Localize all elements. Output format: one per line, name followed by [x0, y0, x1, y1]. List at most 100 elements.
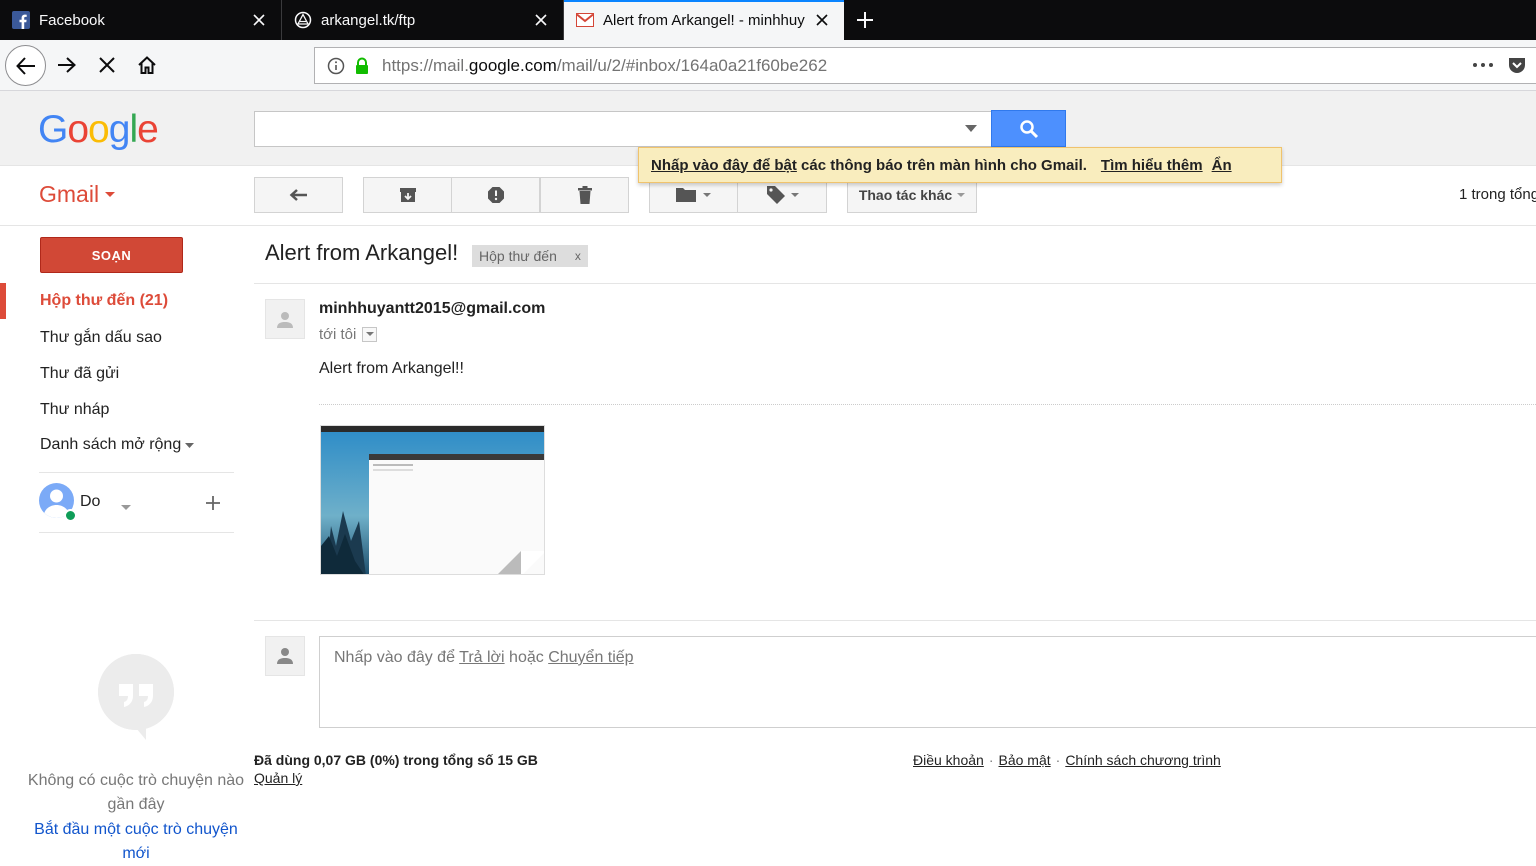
- status-dropdown[interactable]: [121, 498, 131, 516]
- sidebar-divider: [39, 532, 234, 533]
- reply-prefix: Nhấp vào đây để: [334, 649, 460, 666]
- sender-email[interactable]: minhhuyantt2015@gmail.com: [319, 300, 545, 318]
- person-icon: [277, 648, 293, 664]
- compose-button[interactable]: SOẠN: [40, 237, 183, 273]
- lock-icon[interactable]: [354, 57, 370, 75]
- privacy-link[interactable]: Bảo mật: [999, 752, 1051, 768]
- facebook-icon: [12, 11, 30, 29]
- message-count: 1 trong tổng: [1459, 186, 1536, 203]
- stop-icon: [99, 57, 115, 73]
- hangouts-empty-icon: [98, 654, 174, 740]
- reply-link[interactable]: Trả lời: [459, 649, 504, 666]
- forward-link[interactable]: Chuyển tiếp: [548, 649, 633, 666]
- tab-title: Facebook: [39, 11, 105, 29]
- sidebar-item-more-label: Danh sách mở rộng: [40, 436, 182, 453]
- tab-arkangel[interactable]: arkangel.tk/ftp: [282, 0, 564, 40]
- show-details-button[interactable]: [362, 327, 378, 342]
- url-bar[interactable]: https://mail.google.com/mail/u/2/#inbox/…: [314, 47, 1536, 84]
- forward-button[interactable]: [52, 50, 82, 80]
- enable-notifications-link[interactable]: Nhấp vào đây để bật: [651, 157, 797, 174]
- manage-storage-link[interactable]: Quản lý: [254, 770, 302, 786]
- tab-gmail[interactable]: Alert from Arkangel! - minhhuy: [564, 0, 844, 40]
- notice-text: các thông báo trên màn hình cho Gmail.: [796, 156, 1087, 174]
- folder-icon: [676, 188, 696, 202]
- page-actions-icon[interactable]: [1472, 56, 1494, 74]
- back-to-inbox-button[interactable]: [254, 177, 343, 213]
- terms-link[interactable]: Điều khoản: [913, 752, 984, 768]
- tab-facebook[interactable]: Facebook: [0, 0, 282, 40]
- inbox-label-chip: Hộp thư đến x: [472, 245, 588, 267]
- sidebar-item-inbox[interactable]: Hộp thư đến (21): [40, 292, 168, 310]
- search-button[interactable]: [991, 110, 1066, 147]
- gmail-icon: [576, 11, 594, 29]
- gmail-label: Gmail: [39, 181, 100, 207]
- learn-more-link[interactable]: Tìm hiểu thêm: [1101, 157, 1203, 174]
- hangouts-user-name[interactable]: Do: [80, 493, 100, 511]
- close-tab-icon[interactable]: [810, 8, 834, 32]
- sidebar-item-sent[interactable]: Thư đã gửi: [40, 365, 119, 383]
- recipient-line: tới tôi: [319, 326, 378, 343]
- inbox-selected-indicator: [0, 283, 6, 319]
- reply-box[interactable]: Nhấp vào đây để Trả lời hoặc Chuyển tiếp: [319, 636, 1536, 728]
- info-icon[interactable]: [327, 57, 345, 75]
- attachment-divider: [319, 404, 1536, 405]
- sidebar-item-starred[interactable]: Thư gắn dấu sao: [40, 329, 162, 347]
- browser-nav-bar: https://mail.google.com/mail/u/2/#inbox/…: [0, 40, 1536, 91]
- forward-arrow-icon: [58, 57, 76, 73]
- close-tab-icon[interactable]: [529, 8, 553, 32]
- new-conversation-button[interactable]: [204, 494, 222, 517]
- new-tab-button[interactable]: [850, 5, 880, 35]
- recipient-text: tới tôi: [319, 326, 357, 343]
- search-input[interactable]: [254, 111, 992, 147]
- back-button[interactable]: [5, 45, 46, 86]
- tab-title: Alert from Arkangel! - minhhuy: [603, 11, 805, 29]
- home-button[interactable]: [132, 50, 162, 80]
- online-status-dot: [64, 509, 77, 522]
- label-chip-text: Hộp thư đến: [479, 248, 557, 264]
- sidebar-item-drafts[interactable]: Thư nháp: [40, 401, 109, 419]
- arkangel-icon: [294, 11, 312, 29]
- label-tag-icon: [766, 186, 785, 204]
- pocket-icon[interactable]: [1507, 55, 1527, 75]
- stop-button[interactable]: [92, 50, 122, 80]
- header-divider: [254, 283, 1536, 284]
- archive-icon: [399, 188, 416, 202]
- archive-button[interactable]: [363, 177, 452, 213]
- sidebar-divider: [39, 472, 234, 473]
- url-text: https://mail.google.com/mail/u/2/#inbox/…: [382, 55, 828, 75]
- chevron-down-icon: [790, 192, 799, 197]
- report-spam-button[interactable]: [451, 177, 540, 213]
- plus-icon: [206, 496, 220, 510]
- start-conversation-link[interactable]: Bắt đầu một cuộc trò chuyện mới: [20, 818, 252, 866]
- sender-avatar: [265, 299, 305, 339]
- chevron-down-icon: [105, 191, 116, 197]
- program-policy-link[interactable]: Chính sách chương trình: [1065, 752, 1221, 768]
- google-logo[interactable]: Google: [38, 108, 159, 152]
- email-subject: Alert from Arkangel!: [265, 240, 459, 265]
- home-icon: [138, 56, 156, 74]
- plus-icon: [857, 12, 873, 28]
- reply-or: hoặc: [504, 649, 549, 666]
- spam-icon: [487, 187, 504, 203]
- back-arrow-icon: [289, 189, 307, 201]
- chevron-down-icon: [703, 192, 711, 197]
- chevron-down-icon: [365, 332, 374, 336]
- reply-prompt: Nhấp vào đây để Trả lời hoặc Chuyển tiếp: [334, 649, 634, 667]
- close-tab-icon[interactable]: [247, 8, 271, 32]
- reply-divider: [254, 620, 1536, 621]
- hide-notice-link[interactable]: Ẩn: [1212, 157, 1232, 174]
- attachment-thumbnail[interactable]: [320, 425, 545, 575]
- message-count-text: 1 trong tổng: [1459, 186, 1536, 203]
- remove-label-button[interactable]: x: [575, 249, 581, 263]
- more-actions-label: Thao tác khác: [858, 187, 953, 203]
- sidebar-item-more[interactable]: Danh sách mở rộng: [40, 436, 195, 454]
- tab-title: arkangel.tk/ftp: [321, 11, 416, 29]
- chevron-down-icon: [957, 192, 966, 197]
- search-icon: [1019, 119, 1038, 138]
- search-options-icon[interactable]: [965, 125, 977, 133]
- browser-tab-strip: Facebook arkangel.tk/ftp Alert from Arka…: [0, 0, 1536, 40]
- chevron-down-icon: [121, 505, 131, 510]
- delete-button[interactable]: [540, 177, 629, 213]
- desktop-notification-banner: Nhấp vào đây để bật các thông báo trên m…: [638, 147, 1282, 183]
- gmail-menu[interactable]: Gmail: [39, 181, 116, 208]
